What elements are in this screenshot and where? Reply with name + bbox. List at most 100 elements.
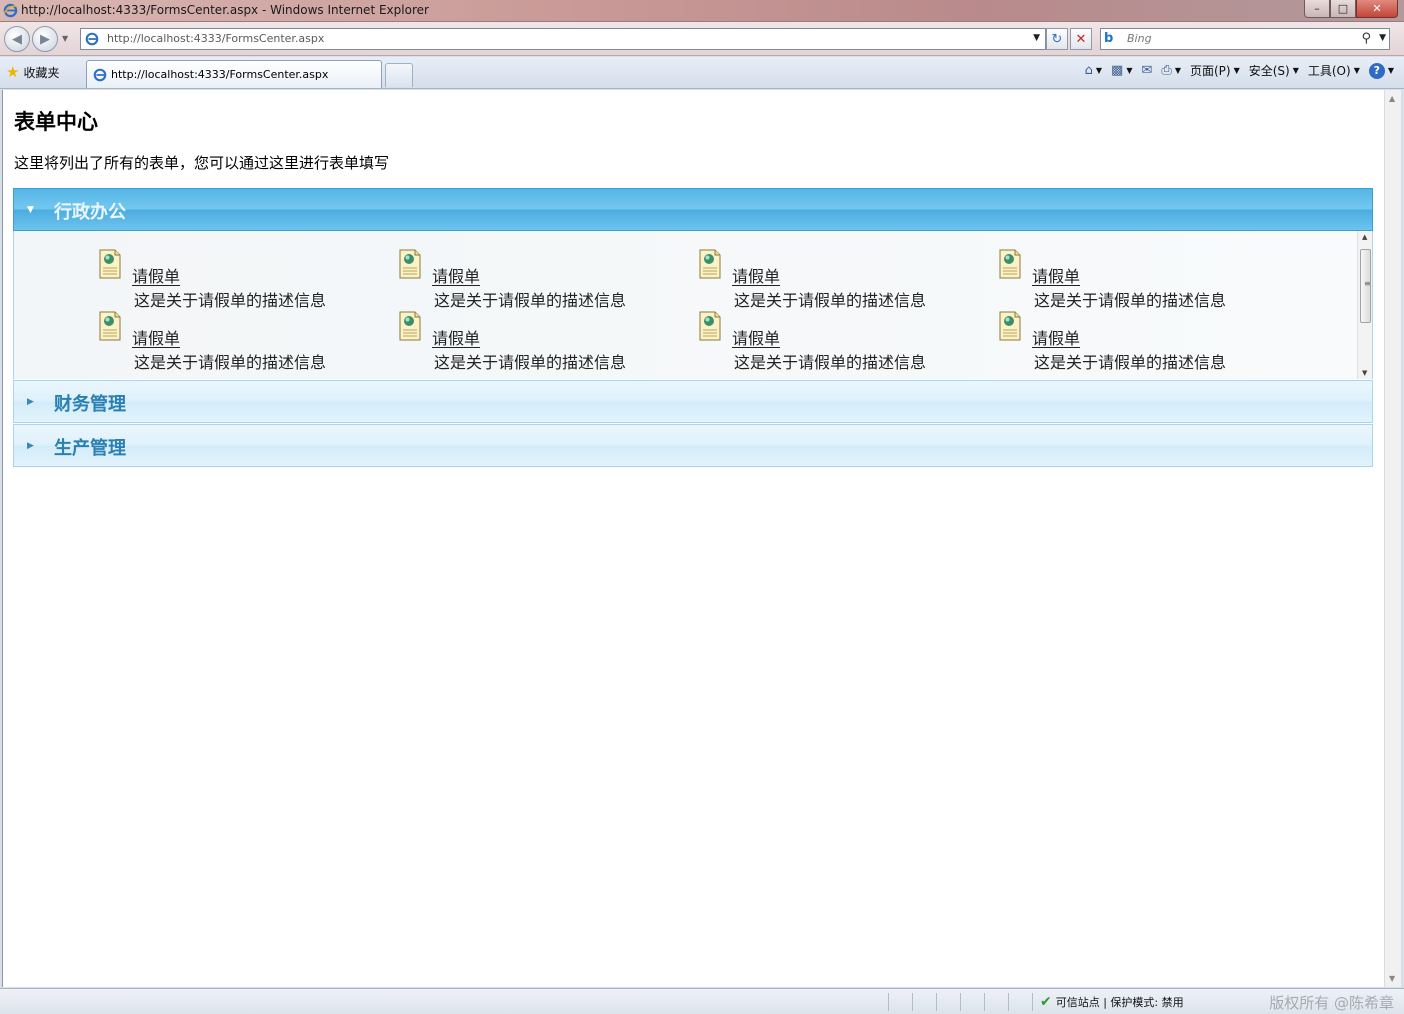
address-host: http://localhost [107,32,191,45]
page-scrollbar[interactable]: ▲ ▼ [1384,90,1401,987]
browser-tab[interactable]: http://localhost:4333/FormsCenter.aspx [86,60,382,88]
accordion-header-production[interactable]: ▶ 生产管理 [13,424,1373,467]
form-document-icon [699,311,721,341]
status-divider [1008,993,1009,1011]
accordion-title: 生产管理 [54,438,126,459]
search-icon[interactable]: ⚲ [1361,31,1371,46]
back-button[interactable]: ◀ [4,26,30,52]
status-divider [888,993,889,1011]
chevron-right-icon: ▶ [27,441,34,451]
form-link[interactable]: 请假单 [132,263,180,287]
safety-menu-label: 安全(S) [1248,64,1290,78]
scrollbar-thumb[interactable]: ≡ [1360,249,1371,323]
history-dropdown-icon[interactable]: ▼ [62,34,68,43]
page-ie-icon [85,32,99,46]
home-icon: ⌂ [1084,63,1093,78]
chevron-down-icon: ▼ [1095,66,1103,75]
security-zone-label: 可信站点 | 保护模式: 禁用 [1055,996,1184,1009]
status-divider [960,993,961,1011]
page-description: 这里将列出了所有的表单，您可以通过这里进行表单填写 [14,154,390,172]
panel-scrollbar[interactable]: ▲ ≡ ▼ [1357,231,1372,379]
scroll-up-icon[interactable]: ▲ [1389,94,1395,103]
forms-accordion: ▼ 行政办公 请假单 这是关于请假单的描述信息 请假单 这是关于请假单的描述信息 请假单… [13,188,1373,467]
close-window-button[interactable]: ✕ [1356,0,1398,18]
page-menu[interactable]: 页面(P) ▼ [1190,62,1240,79]
form-link[interactable]: 请假单 [432,325,480,349]
home-button[interactable]: ⌂ ▼ [1085,63,1102,78]
search-box[interactable]: b Bing ⚲ ▼ [1100,28,1390,50]
form-link[interactable]: 请假单 [432,263,480,287]
form-item: 请假单这是关于请假单的描述信息 [96,249,396,311]
command-bar: ⌂ ▼ ▩ ▼ ✉ ⎙ ▼ 页面(P) ▼ 安全(S) ▼ 工具(O) ▼ ? ▼ [1085,62,1394,79]
maximize-button[interactable]: □ [1330,0,1356,18]
address-bar[interactable]: http://localhost:4333/FormsCenter.aspx ▼ [80,28,1046,50]
form-document-icon [399,311,421,341]
forward-button[interactable]: ▶ [32,26,58,52]
form-list: 请假单 这是关于请假单的描述信息 请假单 这是关于请假单的描述信息 请假单 这是关于请假单… [96,249,1296,373]
status-divider [1032,993,1033,1011]
chevron-right-icon: ▶ [27,397,34,407]
form-item: 请假单 这是关于请假单的描述信息 [696,249,996,311]
favorites-bar: ★ 收藏夹 http://localhost:4333/FormsCenter.… [0,57,1404,89]
status-divider [936,993,937,1011]
chevron-down-icon: ▼ [27,205,34,215]
window-title: http://localhost:4333/FormsCenter.aspx -… [21,3,429,17]
watermark: 版权所有 @陈希章 [1269,994,1394,1012]
scroll-down-icon[interactable]: ▼ [1389,974,1395,983]
accordion-header-finance[interactable]: ▶ 财务管理 [13,380,1373,423]
address-url: http://localhost:4333/FormsCenter.aspx [107,32,324,45]
tab-title: http://localhost:4333/FormsCenter.aspx [111,68,329,81]
form-link[interactable]: 请假单 [732,325,780,349]
form-document-icon [999,311,1021,341]
form-item: 请假单这是关于请假单的描述信息 [396,249,696,311]
form-description: 这是关于请假单的描述信息 [434,353,627,372]
form-link[interactable]: 请假单 [132,325,180,349]
form-description: 这是关于请假单的描述信息 [734,353,927,372]
mail-button[interactable]: ✉ [1142,63,1153,78]
minimize-button[interactable]: – [1304,0,1330,18]
safety-menu[interactable]: 安全(S) ▼ [1249,62,1299,79]
form-document-icon [399,249,421,279]
form-link[interactable]: 请假单 [1032,263,1080,287]
form-item: 请假单 这是关于请假单的描述信息 [96,311,396,373]
tools-menu[interactable]: 工具(O) ▼ [1308,62,1360,79]
favorites-label: 收藏夹 [23,65,60,80]
print-button[interactable]: ⎙ ▼ [1161,63,1181,78]
scroll-up-icon[interactable]: ▲ [1362,233,1367,241]
checkmark-icon: ✔ [1040,994,1052,1010]
new-tab-button[interactable] [385,63,413,87]
search-placeholder: Bing [1127,32,1152,45]
page-title: 表单中心 [14,109,98,134]
form-document-icon [99,249,121,279]
chevron-down-icon: ▼ [1174,66,1181,75]
printer-icon: ⎙ [1161,63,1172,78]
status-divider [912,993,913,1011]
accordion-title: 财务管理 [54,394,126,415]
form-description: 这是关于请假单的描述信息 [134,291,327,310]
help-menu[interactable]: ? ▼ [1368,62,1394,79]
search-dropdown-icon[interactable]: ▼ [1379,33,1386,43]
form-description: 这是关于请假单的描述信息 [434,291,627,310]
star-icon: ★ [6,63,20,81]
mail-icon: ✉ [1141,63,1153,78]
chevron-down-icon: ▼ [1387,66,1394,75]
accordion-header-admin[interactable]: ▼ 行政办公 [13,188,1373,231]
form-item: 请假单 这是关于请假单的描述信息 [996,311,1296,373]
feeds-button[interactable]: ▩ ▼ [1111,63,1132,78]
accordion-title: 行政办公 [54,202,126,223]
scroll-down-icon[interactable]: ▼ [1362,369,1367,377]
form-description: 这是关于请假单的描述信息 [1034,291,1227,310]
form-document-icon [699,249,721,279]
form-document-icon [99,311,121,341]
form-document-icon [999,249,1021,279]
address-dropdown-icon[interactable]: ▼ [1033,33,1040,43]
favorites-button[interactable]: ★ 收藏夹 [6,63,59,81]
address-path: :4333/FormsCenter.aspx [190,32,325,45]
form-link[interactable]: 请假单 [732,263,780,287]
refresh-button[interactable]: ↻ [1046,28,1068,50]
stop-button[interactable]: ✕ [1070,28,1092,50]
status-divider [984,993,985,1011]
form-link[interactable]: 请假单 [1032,325,1080,349]
page-menu-label: 页面(P) [1189,64,1231,78]
security-zone[interactable]: ✔ 可信站点 | 保护模式: 禁用 [1040,994,1184,1010]
